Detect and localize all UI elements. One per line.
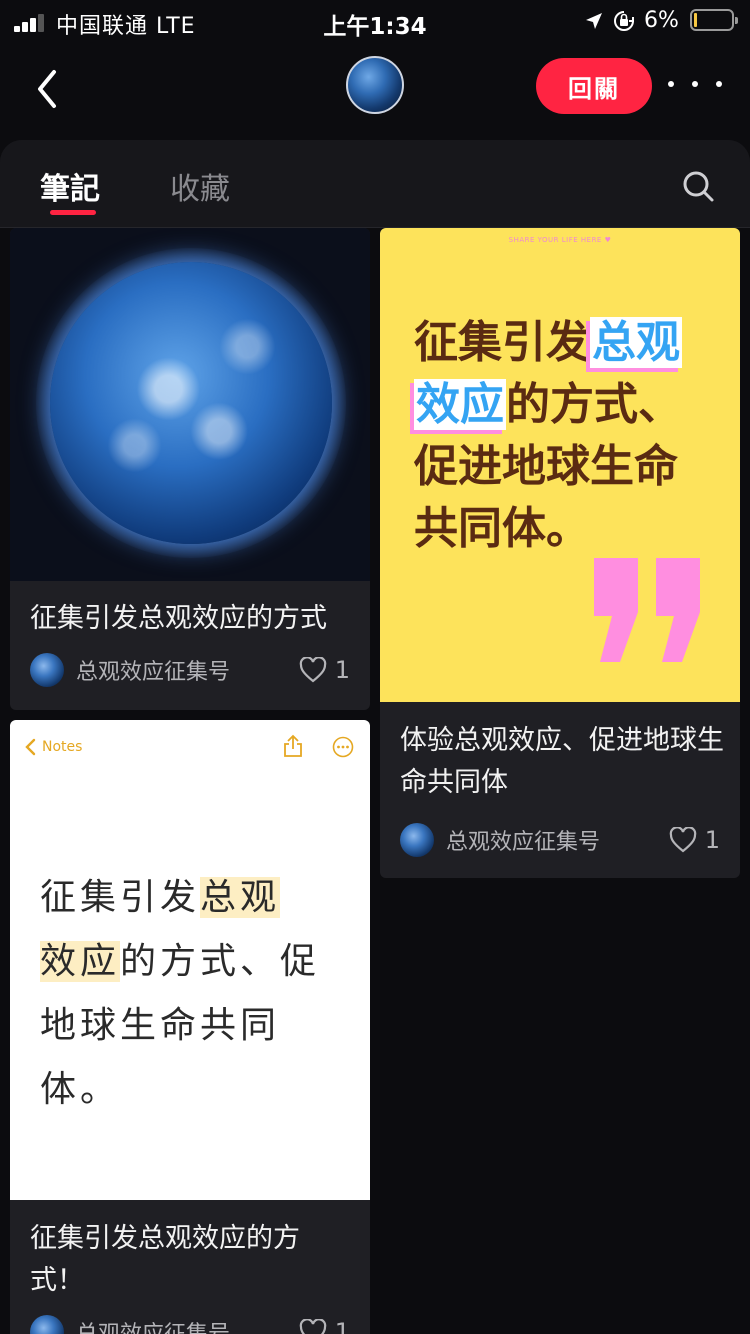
tab-notes[interactable]: 筆記 [40,164,100,208]
quote-mark-icon [594,558,700,662]
profile-header: 回關 [0,44,750,140]
note-card[interactable]: 征集引发总观效应的方式 总观效应征集号 1 [10,228,370,710]
back-chevron-icon[interactable] [28,64,68,114]
notes-feed: 征集引发总观效应的方式 总观效应征集号 1 SHARE YOUR LIFE HE… [0,228,750,1334]
poster-headline: 征集引发总观 效应的方式、 促进地球生命 共同体。 [414,317,682,554]
like-button[interactable]: 1 [299,1314,350,1334]
author-avatar [400,823,434,857]
content-panel: 筆記 收藏 征集引发总观效应的方式 总观效应征集号 1 SHARE YOUR L… [0,140,750,1334]
earth-image [10,228,370,581]
more-options-icon[interactable] [668,72,722,96]
orientation-lock-icon [614,11,634,31]
note-title: 征集引发总观效应的方式！ [30,1223,300,1296]
like-button[interactable]: 1 [669,822,720,858]
note-title: 征集引发总观效应的方式 [30,603,327,634]
heart-icon [299,657,326,683]
heart-icon [669,827,696,853]
more-circle-icon [332,736,354,758]
status-bar: 中国联通 LTE 上午1:34 6% [0,0,750,44]
battery-icon [690,9,738,31]
avatar[interactable] [346,56,404,114]
share-icon [284,734,302,757]
note-author[interactable]: 总观效应征集号 [30,652,230,688]
like-button[interactable]: 1 [299,652,350,688]
like-count: 1 [704,826,720,854]
poster-tagline: SHARE YOUR LIFE HERE ♥ [508,236,612,244]
author-name: 总观效应征集号 [76,660,231,685]
tab-bar: 筆記 收藏 [0,140,750,228]
author-avatar [30,1315,64,1334]
note-card[interactable]: Notes 征集引发总观 效应的方式、促 地球生命共同体。 征集引发总观效应的方… [10,720,370,1334]
clock: 上午1:34 [323,14,427,40]
author-name: 总观效应征集号 [446,830,601,855]
author-avatar [30,653,64,687]
chevron-left-icon [25,738,36,756]
notes-back-link: Notes [24,738,82,756]
notes-body-text: 征集引发总观 效应的方式、促 地球生命共同体。 [40,877,321,1110]
note-card[interactable]: SHARE YOUR LIFE HERE ♥ 征集引发总观 效应的方式、 促进地… [380,228,740,878]
like-count: 1 [334,656,350,684]
heart-icon [299,1319,326,1334]
like-count: 1 [334,1318,350,1334]
location-arrow-icon [586,13,602,29]
poster-image: SHARE YOUR LIFE HERE ♥ 征集引发总观 效应的方式、 促进地… [380,228,740,702]
tab-favorites[interactable]: 收藏 [170,164,230,208]
battery-percent: 6% [644,8,679,33]
note-author[interactable]: 总观效应征集号 [400,822,600,858]
note-title: 体验总观效应、促进地球生命共同体 [400,725,724,798]
active-tab-indicator [50,210,96,215]
notes-screenshot-image: Notes 征集引发总观 效应的方式、促 地球生命共同体。 [10,720,370,1200]
author-name: 总观效应征集号 [76,1316,230,1334]
search-icon[interactable] [680,168,716,204]
follow-back-button[interactable]: 回關 [536,58,652,114]
note-author[interactable]: 总观效应征集号 [30,1314,230,1334]
